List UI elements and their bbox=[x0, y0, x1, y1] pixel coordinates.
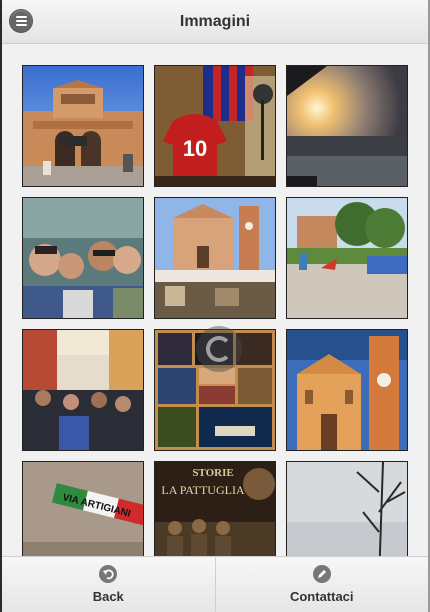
back-arrow-icon bbox=[99, 565, 118, 583]
photo-thumbnail[interactable] bbox=[22, 197, 144, 319]
svg-text:LA PATTUGLIA: LA PATTUGLIA bbox=[161, 483, 245, 497]
photo-sunset-road-icon bbox=[287, 66, 407, 186]
photo-thumbnail[interactable] bbox=[286, 197, 408, 319]
spinner-ring bbox=[206, 336, 232, 362]
photo-bare-trees-icon bbox=[287, 462, 407, 556]
contact-button[interactable]: Contattaci bbox=[214, 557, 429, 612]
photo-thumbnail[interactable] bbox=[286, 461, 408, 556]
page-title: Immagini bbox=[179, 12, 251, 30]
photo-crowded-street-icon bbox=[23, 330, 143, 450]
back-button[interactable]: Back bbox=[2, 557, 215, 612]
photo-football-jersey-10-icon: 10 bbox=[155, 66, 275, 186]
menu-icon-line bbox=[15, 20, 27, 22]
photo-thumbnail[interactable]: VIA ARTIGIANI bbox=[22, 461, 144, 556]
menu-icon-line bbox=[15, 24, 27, 26]
photo-thumbnail[interactable] bbox=[22, 329, 144, 451]
photo-la-pattuglia-poster-icon: STORIE LA PATTUGLIA bbox=[155, 462, 275, 556]
back-label: Back bbox=[92, 589, 124, 604]
photo-thumbnail[interactable] bbox=[286, 65, 408, 187]
photo-church-market-icon bbox=[155, 198, 275, 318]
photo-thumbnail[interactable] bbox=[22, 65, 144, 187]
photo-thumbnail[interactable]: STORIE LA PATTUGLIA bbox=[154, 461, 276, 556]
gallery-area: 10 VIA ARTIGIANI STORIE LA PATTUGLIA bbox=[2, 44, 428, 556]
header-bar: Immagini bbox=[2, 0, 428, 44]
photo-arcade-building-icon bbox=[23, 66, 143, 186]
photo-playground-icon bbox=[287, 198, 407, 318]
svg-text:STORIE: STORIE bbox=[192, 467, 233, 479]
photo-artigiani-sign-icon: VIA ARTIGIANI bbox=[23, 462, 143, 556]
photo-thumbnail[interactable] bbox=[286, 329, 408, 451]
photo-church-bell-tower-icon bbox=[287, 330, 407, 450]
menu-button[interactable] bbox=[9, 9, 33, 33]
photo-group-selfie-icon bbox=[23, 198, 143, 318]
footer-bar: Back Contattaci bbox=[2, 556, 428, 612]
photo-thumbnail[interactable] bbox=[154, 197, 276, 319]
photo-thumbnail[interactable]: 10 bbox=[154, 65, 276, 187]
photo-grid: 10 VIA ARTIGIANI STORIE LA PATTUGLIA bbox=[22, 65, 408, 556]
menu-icon bbox=[15, 16, 27, 18]
pencil-icon bbox=[312, 565, 331, 583]
svg-text:10: 10 bbox=[183, 136, 207, 161]
loading-spinner bbox=[196, 326, 242, 372]
contact-label: Contattaci bbox=[289, 589, 354, 604]
app-window: Immagini 10 VIA ARTIGIANI STORIE LA PATT… bbox=[0, 0, 430, 612]
